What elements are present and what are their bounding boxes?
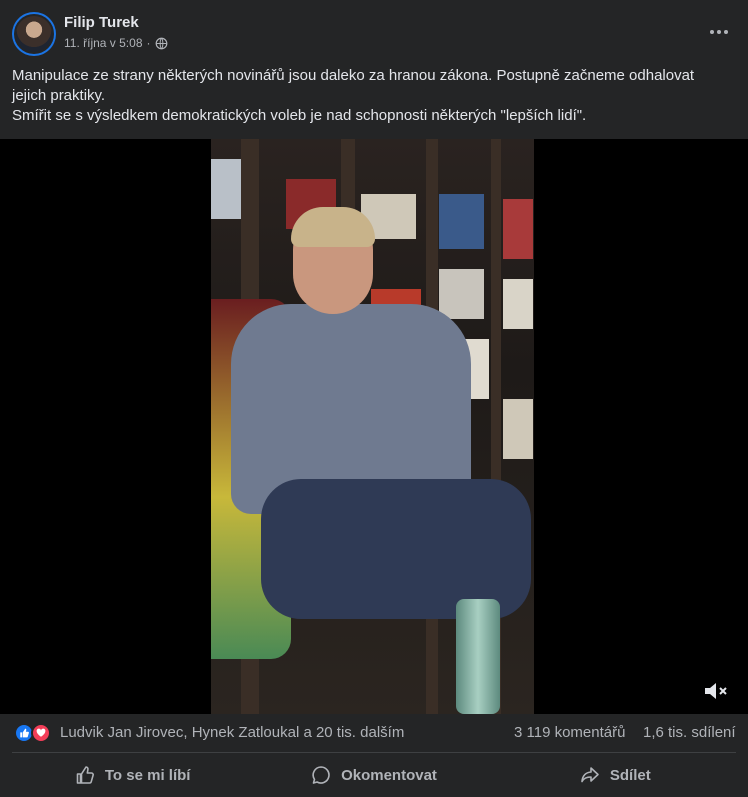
reactions-bar: Ludvik Jan Jirovec, Hynek Zatloukal a 20… — [0, 714, 748, 752]
share-icon — [581, 767, 599, 783]
post-header: Filip Turek 11. října v 5:08 · — [0, 0, 748, 62]
video-frame[interactable] — [211, 139, 534, 714]
post-meta: 11. října v 5:08 · — [64, 36, 168, 50]
author-name[interactable]: Filip Turek — [64, 14, 139, 31]
share-button[interactable]: Sdílet — [495, 753, 736, 797]
comment-icon — [312, 766, 330, 784]
more-options-button[interactable] — [704, 20, 734, 44]
author-avatar[interactable] — [12, 12, 56, 56]
reaction-icons[interactable] — [14, 723, 54, 743]
post-text-line-2: Smířit se s výsledkem demokratických vol… — [12, 107, 587, 124]
globe-icon — [155, 37, 167, 49]
shares-count[interactable]: 1,6 tis. sdílení — [643, 724, 736, 741]
reaction-names[interactable]: Ludvik Jan Jirovec, Hynek Zatloukal a 20… — [60, 724, 404, 741]
post-text-line-1: Manipulace ze strany některých novinářů … — [12, 67, 695, 104]
post-actions: To se mi líbí Okomentovat Sdílet — [12, 753, 736, 797]
mute-icon[interactable] — [702, 679, 728, 703]
video-player[interactable] — [0, 139, 748, 714]
post-text: Manipulace ze strany některých novinářů … — [12, 66, 732, 126]
comment-button[interactable]: Okomentovat — [253, 753, 494, 797]
like-button[interactable]: To se mi líbí — [12, 753, 253, 797]
comment-button-label: Okomentovat — [341, 766, 437, 784]
like-button-label: To se mi líbí — [104, 766, 191, 784]
comments-count[interactable]: 3 119 komentářů — [514, 724, 625, 741]
more-dots-icon — [710, 30, 714, 34]
post-timestamp[interactable]: 11. října v 5:08 — [64, 36, 143, 50]
meta-separator: · — [146, 36, 151, 50]
share-button-label: Sdílet — [609, 766, 651, 784]
love-icon — [31, 723, 51, 743]
thumbs-up-icon — [76, 766, 94, 784]
